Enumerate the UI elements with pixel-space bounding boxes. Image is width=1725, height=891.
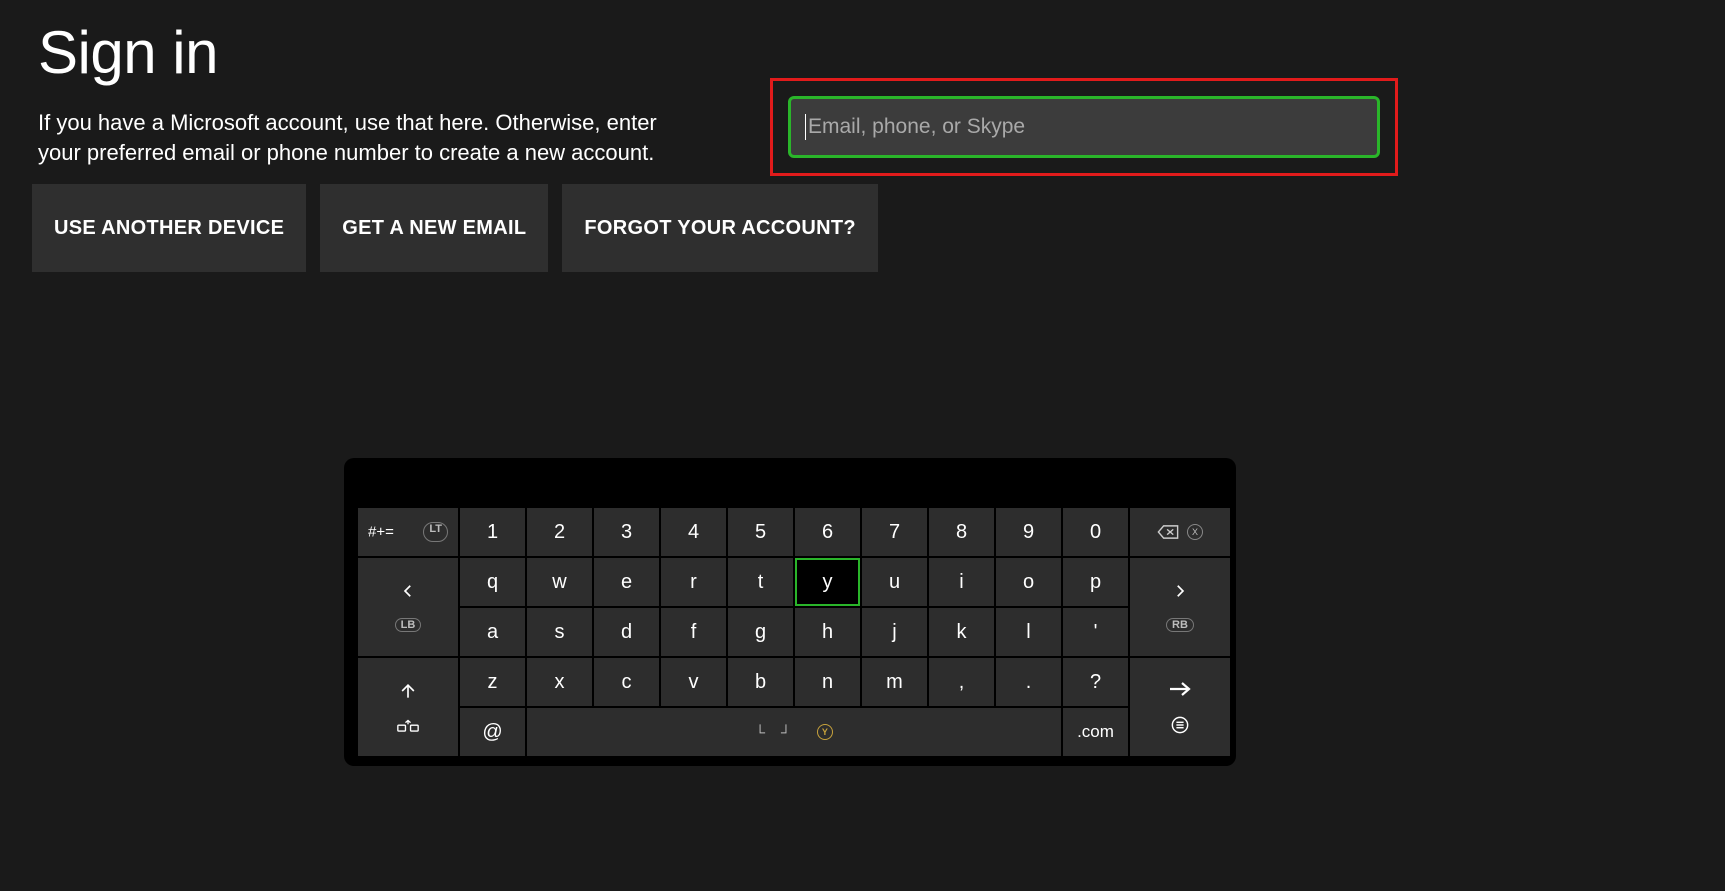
key-cursor-left[interactable]: LB bbox=[358, 558, 458, 656]
key-f[interactable]: f bbox=[661, 608, 726, 656]
key-1[interactable]: 1 bbox=[460, 508, 525, 556]
key-7[interactable]: 7 bbox=[862, 508, 927, 556]
key-s[interactable]: s bbox=[527, 608, 592, 656]
key-g[interactable]: g bbox=[728, 608, 793, 656]
key-r[interactable]: r bbox=[661, 558, 726, 606]
key-shift[interactable] bbox=[358, 658, 458, 756]
key-p[interactable]: p bbox=[1063, 558, 1128, 606]
key-symbols-label: #+= bbox=[368, 524, 394, 541]
get-new-email-button[interactable]: GET A NEW EMAIL bbox=[320, 184, 548, 272]
key-e[interactable]: e bbox=[594, 558, 659, 606]
key-u[interactable]: u bbox=[862, 558, 927, 606]
x-badge: X bbox=[1187, 524, 1203, 540]
rb-badge: RB bbox=[1166, 618, 1194, 632]
arrow-right-icon bbox=[1168, 680, 1192, 698]
key-symbols[interactable]: #+= LT bbox=[358, 508, 458, 556]
shift-arrow-icon bbox=[398, 681, 418, 701]
email-input-highlight-frame bbox=[770, 78, 1398, 176]
key-c[interactable]: c bbox=[594, 658, 659, 706]
page-description: If you have a Microsoft account, use tha… bbox=[38, 108, 698, 167]
key-2[interactable]: 2 bbox=[527, 508, 592, 556]
key-o[interactable]: o bbox=[996, 558, 1061, 606]
text-cursor bbox=[805, 114, 806, 140]
chevron-right-icon bbox=[1171, 582, 1189, 600]
key-cursor-right[interactable]: RB bbox=[1130, 558, 1230, 656]
key-m[interactable]: m bbox=[862, 658, 927, 706]
key-l[interactable]: l bbox=[996, 608, 1061, 656]
action-button-row: USE ANOTHER DEVICE GET A NEW EMAIL FORGO… bbox=[32, 184, 878, 272]
key-8[interactable]: 8 bbox=[929, 508, 994, 556]
menu-circle-icon bbox=[1171, 716, 1189, 734]
chevron-left-icon bbox=[399, 582, 417, 600]
forgot-account-button[interactable]: FORGOT YOUR ACCOUNT? bbox=[562, 184, 878, 272]
key-t[interactable]: t bbox=[728, 558, 793, 606]
keyboard-split-icon bbox=[397, 719, 419, 733]
key-z[interactable]: z bbox=[460, 658, 525, 706]
key-4[interactable]: 4 bbox=[661, 508, 726, 556]
key-dotcom[interactable]: .com bbox=[1063, 708, 1128, 756]
key-9[interactable]: 9 bbox=[996, 508, 1061, 556]
key-5[interactable]: 5 bbox=[728, 508, 793, 556]
key-j[interactable]: j bbox=[862, 608, 927, 656]
virtual-keyboard: #+= LT 1 2 3 4 5 6 7 8 9 0 X LB bbox=[344, 458, 1236, 766]
key-i[interactable]: i bbox=[929, 558, 994, 606]
email-input[interactable] bbox=[808, 115, 1363, 139]
backspace-icon bbox=[1157, 525, 1179, 539]
key-space[interactable]: └┘ Y bbox=[527, 708, 1061, 756]
key-question[interactable]: ? bbox=[1063, 658, 1128, 706]
key-h[interactable]: h bbox=[795, 608, 860, 656]
key-v[interactable]: v bbox=[661, 658, 726, 706]
y-badge: Y bbox=[817, 724, 833, 740]
key-y[interactable]: y bbox=[795, 558, 860, 606]
key-n[interactable]: n bbox=[795, 658, 860, 706]
key-0[interactable]: 0 bbox=[1063, 508, 1128, 556]
key-q[interactable]: q bbox=[460, 558, 525, 606]
key-period[interactable]: . bbox=[996, 658, 1061, 706]
key-w[interactable]: w bbox=[527, 558, 592, 606]
key-6[interactable]: 6 bbox=[795, 508, 860, 556]
key-comma[interactable]: , bbox=[929, 658, 994, 706]
key-x[interactable]: x bbox=[527, 658, 592, 706]
key-3[interactable]: 3 bbox=[594, 508, 659, 556]
email-input-container[interactable] bbox=[788, 96, 1380, 158]
lt-badge: LT bbox=[423, 522, 448, 542]
space-bracket-icon: └┘ bbox=[755, 724, 807, 740]
key-at[interactable]: @ bbox=[460, 708, 525, 756]
page-title: Sign in bbox=[38, 18, 218, 87]
key-enter[interactable] bbox=[1130, 658, 1230, 756]
key-k[interactable]: k bbox=[929, 608, 994, 656]
key-b[interactable]: b bbox=[728, 658, 793, 706]
key-backspace[interactable]: X bbox=[1130, 508, 1230, 556]
key-a[interactable]: a bbox=[460, 608, 525, 656]
key-apostrophe[interactable]: ' bbox=[1063, 608, 1128, 656]
lb-badge: LB bbox=[395, 618, 422, 632]
use-another-device-button[interactable]: USE ANOTHER DEVICE bbox=[32, 184, 306, 272]
key-d[interactable]: d bbox=[594, 608, 659, 656]
